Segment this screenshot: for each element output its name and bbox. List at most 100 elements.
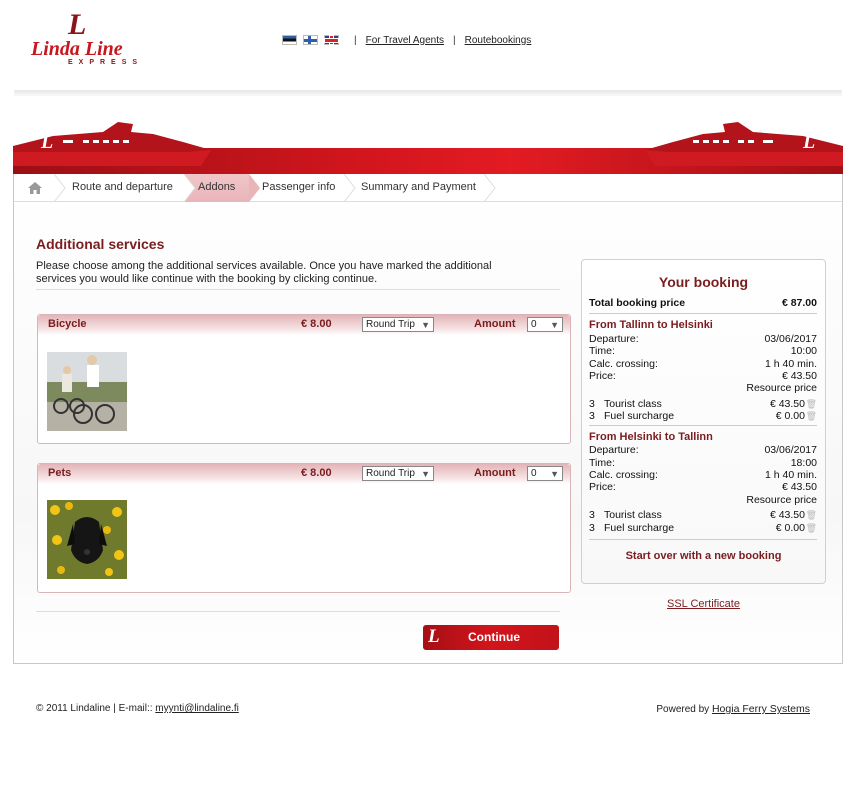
service-name: Pets — [48, 467, 72, 479]
estonian-flag-icon[interactable] — [282, 35, 297, 45]
divider — [589, 425, 817, 426]
trip-type-value: Round Trip — [366, 319, 415, 330]
item-price: € 0.00 — [775, 522, 805, 534]
item-name: Fuel surcharge — [604, 410, 675, 422]
step-summary-and-payment[interactable]: Summary and Payment — [361, 174, 476, 202]
chevron-down-icon: ▼ — [550, 320, 559, 330]
trash-icon[interactable]: 🗑 — [806, 522, 817, 534]
linda-line-logo[interactable]: L Linda Line EXPRESS — [28, 10, 183, 70]
booking-summary: Your booking Total booking price € 87.00… — [581, 259, 826, 584]
footer-copyright: © 2011 Lindaline | E-mail:: myynti@linda… — [36, 703, 239, 714]
route-heading: From Tallinn to Helsinki — [589, 319, 713, 331]
home-icon[interactable] — [27, 181, 43, 195]
item-price: € 43.50 — [769, 398, 805, 410]
breadcrumb-separator-icon — [54, 174, 66, 202]
amount-label: Amount — [474, 318, 516, 330]
departure-row: Departure: 03/06/2017 — [589, 333, 817, 345]
hogia-link[interactable]: Hogia Ferry Systems — [712, 703, 810, 715]
travel-agents-link[interactable]: For Travel Agents — [366, 35, 444, 46]
finnish-flag-icon[interactable] — [303, 35, 318, 45]
step-passenger-info[interactable]: Passenger info — [262, 174, 335, 202]
service-price: € 8.00 — [301, 318, 332, 330]
price-label: Price: — [589, 370, 616, 382]
crossing-value: 1 h 40 min. — [765, 469, 817, 481]
resource-price-row: Resource price — [589, 494, 817, 506]
amount-value: 0 — [531, 319, 537, 330]
price-label: Price: — [589, 481, 616, 493]
breadcrumb-separator-icon — [484, 174, 496, 202]
service-name: Bicycle — [48, 318, 87, 330]
service-header: Pets € 8.00 Round Trip ▼ Amount 0 ▼ — [38, 464, 570, 484]
logo-mark: L — [68, 8, 87, 41]
resource-price-label: Resource price — [746, 494, 817, 506]
start-over-link[interactable]: Start over with a new booking — [582, 550, 825, 562]
departure-value: 03/06/2017 — [764, 333, 817, 345]
trash-icon[interactable]: 🗑 — [806, 509, 817, 521]
chevron-down-icon: ▼ — [421, 469, 430, 479]
divider — [589, 539, 817, 540]
logo-subtitle: EXPRESS — [68, 59, 144, 66]
trash-icon[interactable]: 🗑 — [806, 410, 817, 422]
crossing-label: Calc. crossing: — [589, 469, 658, 481]
trip-type-value: Round Trip — [366, 468, 415, 479]
breadcrumb-separator-icon — [249, 174, 260, 202]
ship-right-icon: L — [645, 122, 843, 166]
breadcrumb-separator-icon — [344, 174, 356, 202]
step-addons-label: Addons — [198, 181, 236, 193]
trip-type-select[interactable]: Round Trip ▼ — [362, 466, 434, 481]
line-item: 3 Fuel surcharge € 0.00 🗑 — [589, 410, 817, 422]
service-bicycle: Bicycle € 8.00 Round Trip ▼ Amount 0 ▼ — [37, 314, 571, 444]
footer-powered-by: Powered by Hogia Ferry Systems — [656, 703, 810, 715]
item-qty: 3 — [589, 509, 595, 521]
continue-label: Continue — [468, 630, 520, 644]
amount-value: 0 — [531, 468, 537, 479]
time-label: Time: — [589, 457, 615, 469]
separator: | — [452, 34, 456, 46]
resource-price-label: Resource price — [746, 382, 817, 394]
trip-type-select[interactable]: Round Trip ▼ — [362, 317, 434, 332]
time-label: Time: — [589, 345, 615, 357]
departure-label: Departure: — [589, 444, 639, 456]
price-row: Price: € 43.50 — [589, 481, 817, 493]
amount-select[interactable]: 0 ▼ — [527, 466, 563, 481]
logo-name: Linda Line — [31, 38, 123, 60]
departure-row: Departure: 03/06/2017 — [589, 444, 817, 456]
email-link[interactable]: myynti@lindaline.fi — [155, 703, 239, 714]
divider — [589, 313, 817, 314]
service-header: Bicycle € 8.00 Round Trip ▼ Amount 0 ▼ — [38, 315, 570, 335]
amount-label: Amount — [474, 467, 516, 479]
divider — [36, 611, 560, 612]
top-links: | For Travel Agents | Routebookings — [282, 32, 531, 48]
logo-mark: L — [428, 626, 440, 647]
trash-icon[interactable]: 🗑 — [806, 398, 817, 410]
item-price: € 0.00 — [775, 410, 805, 422]
ssl-certificate-link[interactable]: SSL Certificate — [667, 598, 740, 610]
amount-select[interactable]: 0 ▼ — [527, 317, 563, 332]
separator: | — [354, 34, 357, 46]
item-qty: 3 — [589, 398, 595, 410]
header-divider — [14, 90, 842, 96]
item-name: Tourist class — [604, 398, 662, 410]
total-label: Total booking price — [589, 297, 686, 309]
item-name: Tourist class — [604, 509, 662, 521]
item-price: € 43.50 — [769, 509, 805, 521]
item-qty: 3 — [589, 410, 595, 422]
english-flag-icon[interactable] — [324, 35, 339, 45]
ferry-banner: L L — [13, 112, 843, 174]
total-price-row: Total booking price € 87.00 — [589, 297, 817, 309]
bicycle-photo — [47, 352, 127, 431]
ship-left-icon: L — [13, 122, 211, 166]
departure-label: Departure: — [589, 333, 639, 345]
step-route-and-departure[interactable]: Route and departure — [72, 174, 173, 202]
svg-text:L: L — [802, 131, 815, 153]
time-value: 10:00 — [790, 345, 817, 357]
line-item: 3 Tourist class € 43.50 🗑 — [589, 398, 817, 410]
continue-button[interactable]: L Continue — [423, 625, 559, 650]
item-name: Fuel surcharge — [604, 522, 675, 534]
line-item: 3 Tourist class € 43.50 🗑 — [589, 509, 817, 521]
booking-title: Your booking — [658, 274, 749, 290]
svg-text:L: L — [40, 131, 53, 153]
crossing-row: Calc. crossing: 1 h 40 min. — [589, 469, 817, 481]
service-price: € 8.00 — [301, 467, 332, 479]
routebookings-link[interactable]: Routebookings — [465, 35, 532, 46]
